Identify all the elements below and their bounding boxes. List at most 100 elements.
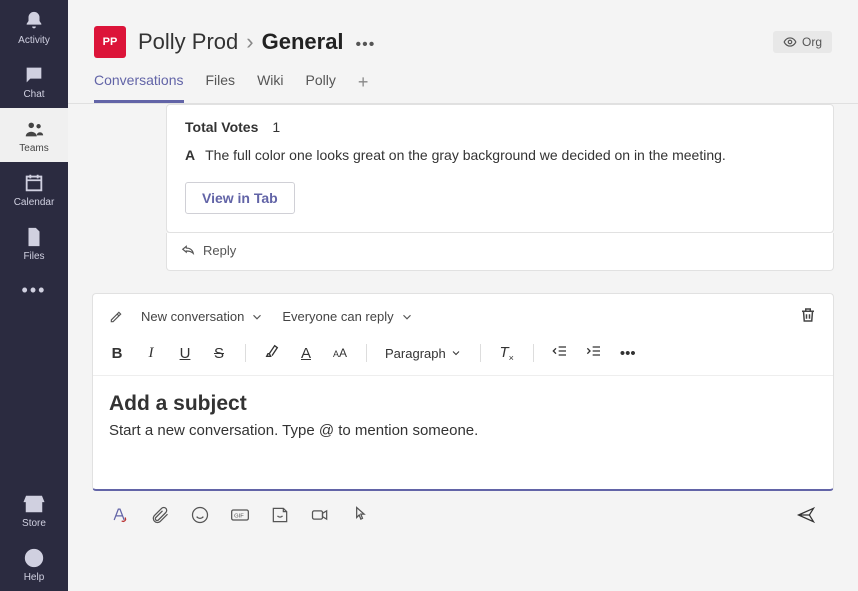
org-badge[interactable]: Org bbox=[773, 31, 832, 53]
reply-scope-label: Everyone can reply bbox=[282, 309, 393, 324]
gif-icon: GIF bbox=[230, 505, 250, 525]
rail-label: Calendar bbox=[14, 197, 55, 208]
chat-icon bbox=[23, 64, 45, 86]
rail-help[interactable]: Help bbox=[0, 537, 68, 591]
clear-format-button[interactable]: T× bbox=[499, 344, 515, 363]
rail-calendar[interactable]: Calendar bbox=[0, 162, 68, 216]
format-toolbar: B I U S A AA Paragraph T× bbox=[93, 339, 833, 376]
paperclip-icon bbox=[150, 505, 170, 525]
tab-wiki[interactable]: Wiki bbox=[257, 72, 283, 103]
channel-tabs: Conversations Files Wiki Polly + bbox=[68, 58, 858, 104]
teams-icon bbox=[23, 118, 45, 140]
svg-text:GIF: GIF bbox=[234, 514, 244, 520]
toolbar-more[interactable]: ••• bbox=[620, 345, 636, 362]
video-icon bbox=[310, 505, 330, 525]
view-in-tab-button[interactable]: View in Tab bbox=[185, 182, 295, 214]
calendar-icon bbox=[23, 172, 45, 194]
paragraph-label: Paragraph bbox=[385, 346, 446, 361]
rail-label: Store bbox=[22, 518, 46, 529]
underline-button[interactable]: U bbox=[177, 345, 193, 362]
bold-button[interactable]: B bbox=[109, 345, 125, 362]
rail-label: Teams bbox=[19, 143, 48, 154]
eye-icon bbox=[783, 35, 797, 49]
poll-option-letter: A bbox=[185, 145, 195, 166]
more-apps-button[interactable] bbox=[350, 505, 370, 525]
poll-option-text: The full color one looks great on the gr… bbox=[205, 145, 726, 166]
format-toggle-button[interactable] bbox=[110, 505, 130, 525]
file-icon bbox=[23, 226, 45, 248]
message-composer: New conversation Everyone can reply B I … bbox=[92, 293, 834, 491]
attach-button[interactable] bbox=[150, 505, 170, 525]
indent-button[interactable] bbox=[586, 343, 602, 363]
poll-card: Total Votes 1 A The full color one looks… bbox=[166, 104, 834, 233]
store-icon bbox=[23, 493, 45, 515]
outdent-icon bbox=[552, 343, 568, 359]
reply-label: Reply bbox=[203, 243, 236, 258]
conversation-content: Total Votes 1 A The full color one looks… bbox=[68, 104, 858, 591]
smiley-icon bbox=[190, 505, 210, 525]
composer-action-bar: GIF bbox=[92, 491, 834, 535]
font-color-button[interactable]: A bbox=[298, 345, 314, 362]
rail-activity[interactable]: Activity bbox=[0, 0, 68, 54]
bell-icon bbox=[23, 10, 45, 32]
rail-label: Help bbox=[24, 572, 45, 583]
breadcrumb-sep: › bbox=[246, 29, 253, 55]
poll-total-value: 1 bbox=[272, 119, 280, 135]
reply-icon bbox=[181, 244, 195, 258]
tab-files[interactable]: Files bbox=[206, 72, 236, 103]
italic-button[interactable]: I bbox=[143, 345, 159, 362]
rail-store[interactable]: Store bbox=[0, 483, 68, 537]
rail-more[interactable]: ••• bbox=[22, 270, 47, 311]
chevron-down-icon bbox=[400, 310, 414, 324]
meet-now-button[interactable] bbox=[310, 505, 330, 525]
rail-chat[interactable]: Chat bbox=[0, 54, 68, 108]
message-body-input[interactable]: Start a new conversation. Type @ to ment… bbox=[93, 422, 833, 489]
toolbar-separator bbox=[533, 344, 534, 362]
highlight-button[interactable] bbox=[264, 343, 280, 363]
new-conversation-label: New conversation bbox=[141, 309, 244, 324]
channel-header: PP Polly Prod › General ••• Org bbox=[68, 0, 858, 58]
new-conversation-select[interactable]: New conversation bbox=[141, 309, 264, 324]
subject-input[interactable]: Add a subject bbox=[93, 376, 833, 422]
font-size-button[interactable]: AA bbox=[332, 346, 348, 360]
tab-conversations[interactable]: Conversations bbox=[94, 72, 184, 103]
channel-more-icon[interactable]: ••• bbox=[352, 36, 376, 54]
emoji-button[interactable] bbox=[190, 505, 210, 525]
tab-polly[interactable]: Polly bbox=[306, 72, 336, 103]
highlight-icon bbox=[264, 343, 280, 359]
tab-add[interactable]: + bbox=[358, 72, 369, 103]
app-rail: Activity Chat Teams Calendar Files ••• S… bbox=[0, 0, 68, 591]
outdent-button[interactable] bbox=[552, 343, 568, 363]
poll-total-label: Total Votes bbox=[185, 119, 258, 135]
team-avatar: PP bbox=[94, 26, 126, 58]
gif-button[interactable]: GIF bbox=[230, 505, 250, 525]
breadcrumb: Polly Prod › General ••• bbox=[138, 29, 375, 55]
sticker-icon bbox=[270, 505, 290, 525]
sticker-button[interactable] bbox=[270, 505, 290, 525]
reply-button[interactable]: Reply bbox=[166, 233, 834, 271]
send-button[interactable] bbox=[796, 505, 816, 525]
toolbar-separator bbox=[366, 344, 367, 362]
team-name[interactable]: Polly Prod bbox=[138, 29, 238, 55]
cursor-icon bbox=[350, 505, 370, 525]
help-icon bbox=[23, 547, 45, 569]
toolbar-separator bbox=[480, 344, 481, 362]
format-icon bbox=[110, 505, 130, 525]
compose-mode-icon[interactable] bbox=[109, 310, 123, 324]
discard-button[interactable] bbox=[799, 306, 817, 327]
rail-files[interactable]: Files bbox=[0, 216, 68, 270]
main-area: PP Polly Prod › General ••• Org Conversa… bbox=[68, 0, 858, 591]
send-icon bbox=[796, 505, 816, 525]
channel-name[interactable]: General bbox=[262, 29, 344, 55]
toolbar-separator bbox=[245, 344, 246, 362]
org-label: Org bbox=[802, 35, 822, 49]
strike-button[interactable]: S bbox=[211, 345, 227, 362]
rail-label: Chat bbox=[23, 89, 44, 100]
indent-icon bbox=[586, 343, 602, 359]
trash-icon bbox=[799, 306, 817, 324]
paragraph-select[interactable]: Paragraph bbox=[385, 346, 462, 361]
reply-scope-select[interactable]: Everyone can reply bbox=[282, 309, 413, 324]
chevron-down-icon bbox=[450, 347, 462, 359]
rail-label: Activity bbox=[18, 35, 50, 46]
rail-teams[interactable]: Teams bbox=[0, 108, 68, 162]
